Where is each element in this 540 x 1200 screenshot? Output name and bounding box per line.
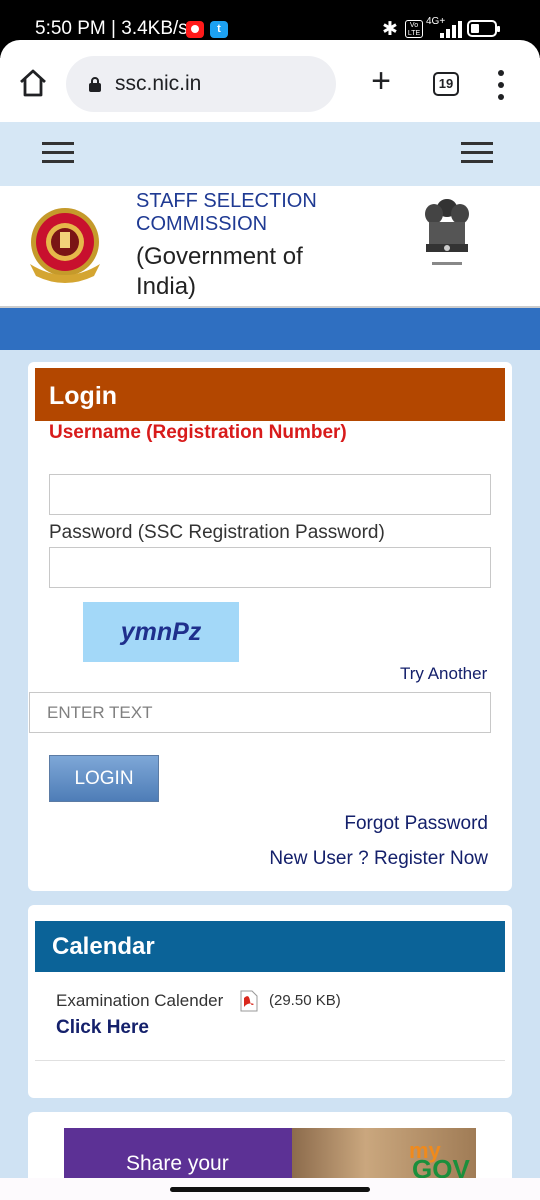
org-subtitle-line2: India) xyxy=(136,273,197,300)
register-link[interactable]: New User ? Register Now xyxy=(269,848,488,870)
more-vertical-icon[interactable] xyxy=(494,70,508,100)
org-name-line1: STAFF SELECTION xyxy=(136,190,317,212)
try-another-link[interactable]: Try Another xyxy=(400,664,487,684)
banner-text: Share your xyxy=(126,1152,229,1175)
pdf-icon[interactable] xyxy=(239,990,259,1012)
address-bar[interactable]: ssc.nic.in xyxy=(66,56,336,112)
twitter-notification-icon: t xyxy=(210,21,228,38)
captcha-text: ymnPz xyxy=(120,618,202,646)
browser-toolbar: ssc.nic.in + 19 xyxy=(0,40,540,126)
username-label: Username (Registration Number) xyxy=(49,422,347,443)
forgot-password-link[interactable]: Forgot Password xyxy=(344,813,488,835)
blue-menu-band xyxy=(0,308,540,350)
site-header: STAFF SELECTION COMMISSION (Government o… xyxy=(0,186,540,308)
file-size: (29.50 KB) xyxy=(269,992,341,1009)
site-top-nav xyxy=(0,122,540,186)
calendar-card: Calendar Examination Calender (29.50 KB)… xyxy=(28,905,512,1098)
tab-switcher-button[interactable]: 19 xyxy=(433,72,459,96)
login-header: Login xyxy=(35,368,505,421)
org-subtitle-line1: (Government of xyxy=(136,243,303,270)
national-emblem-icon xyxy=(425,199,469,265)
ssc-logo-icon xyxy=(30,208,100,283)
menu-icon-right[interactable] xyxy=(461,142,493,164)
login-card: Login Username (Registration Number) Pas… xyxy=(28,362,512,891)
username-input[interactable] xyxy=(49,474,491,515)
home-icon[interactable] xyxy=(18,68,48,98)
captcha-input[interactable] xyxy=(29,692,491,733)
click-here-link[interactable]: Click Here xyxy=(56,1017,149,1039)
calendar-header: Calendar xyxy=(35,921,505,972)
gesture-bar xyxy=(0,1178,540,1200)
exam-calendar-label: Examination Calender xyxy=(56,991,224,1010)
login-title: Login xyxy=(49,382,118,410)
menu-icon-left[interactable] xyxy=(42,142,74,164)
divider xyxy=(35,1060,505,1061)
battery-icon xyxy=(467,20,500,37)
youtube-notification-icon xyxy=(186,21,204,38)
url-text: ssc.nic.in xyxy=(115,72,202,95)
org-subtitle: (Government of India) xyxy=(136,242,303,302)
new-tab-button[interactable]: + xyxy=(366,64,396,98)
bluetooth-icon: ✱ xyxy=(382,19,398,40)
home-gesture-handle[interactable] xyxy=(170,1187,370,1192)
org-name: STAFF SELECTION COMMISSION xyxy=(136,190,317,236)
password-input[interactable] xyxy=(49,547,491,588)
volte-icon: Vo LTE xyxy=(405,20,423,38)
calendar-title: Calendar xyxy=(52,933,155,960)
password-label: Password (SSC Registration Password) xyxy=(49,522,385,543)
status-time: 5:50 PM | 3.4KB/s xyxy=(35,18,188,39)
signal-icon xyxy=(434,20,462,38)
org-name-line2: COMMISSION xyxy=(136,213,268,235)
lock-icon xyxy=(89,77,101,92)
login-button[interactable]: LOGIN xyxy=(49,755,159,802)
captcha-image: ymnPz xyxy=(83,602,239,662)
